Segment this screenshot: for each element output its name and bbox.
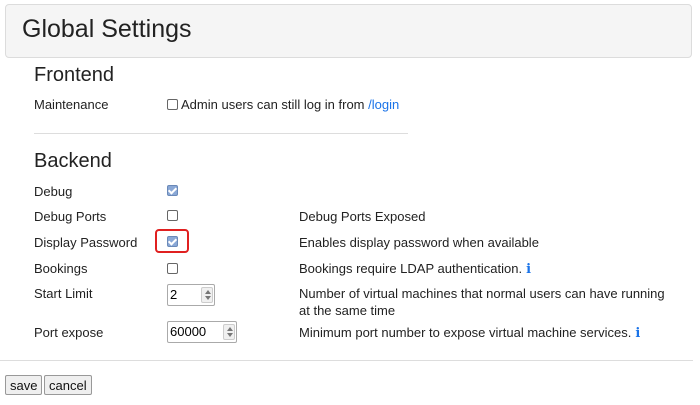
bookings-checkbox[interactable] [167, 263, 178, 274]
bookings-description: Bookings require LDAP authentication. [299, 261, 523, 276]
section-divider [34, 133, 408, 134]
start-limit-stepper[interactable] [167, 284, 215, 306]
login-link[interactable]: /login [368, 97, 399, 112]
bookings-description-row: Bookings require LDAP authentication. i [299, 260, 679, 278]
start-limit-description: Number of virtual machines that normal u… [299, 286, 665, 318]
port-expose-stepper[interactable] [167, 321, 237, 343]
maintenance-checkbox[interactable] [167, 99, 178, 110]
port-expose-description-row: Minimum port number to expose virtual ma… [299, 324, 679, 342]
spinner-arrows-icon[interactable] [223, 324, 235, 340]
save-button[interactable]: save [5, 375, 43, 395]
page-title: Global Settings [22, 15, 192, 43]
debug-ports-checkbox[interactable] [167, 210, 178, 221]
backend-heading: Backend [34, 150, 112, 172]
bookings-label: Bookings [34, 261, 88, 276]
port-expose-description: Minimum port number to expose virtual ma… [299, 325, 632, 340]
display-password-label: Display Password [34, 235, 138, 250]
maintenance-label: Maintenance [34, 97, 109, 112]
start-limit-input[interactable] [170, 287, 198, 302]
frontend-heading: Frontend [34, 64, 115, 86]
maintenance-text: Admin users can still log in from /login [181, 97, 399, 112]
debug-label: Debug [34, 184, 73, 199]
cancel-button[interactable]: cancel [44, 375, 92, 395]
info-icon[interactable]: i [635, 325, 640, 342]
display-password-description: Enables display password when available [299, 235, 539, 250]
info-icon[interactable]: i [526, 261, 531, 278]
port-expose-input[interactable] [170, 324, 220, 339]
spinner-arrows-icon[interactable] [201, 287, 213, 303]
maintenance-checkbox-text: Admin users can still log in from [181, 97, 369, 112]
footer-divider [0, 360, 693, 361]
port-expose-label: Port expose [34, 325, 104, 340]
start-limit-label: Start Limit [34, 286, 93, 301]
debug-checkbox[interactable] [167, 185, 178, 196]
debug-ports-description: Debug Ports Exposed [299, 209, 426, 224]
debug-ports-label: Debug Ports [34, 209, 107, 224]
display-password-checkbox[interactable] [167, 236, 178, 247]
page-header: Global Settings [5, 4, 692, 58]
